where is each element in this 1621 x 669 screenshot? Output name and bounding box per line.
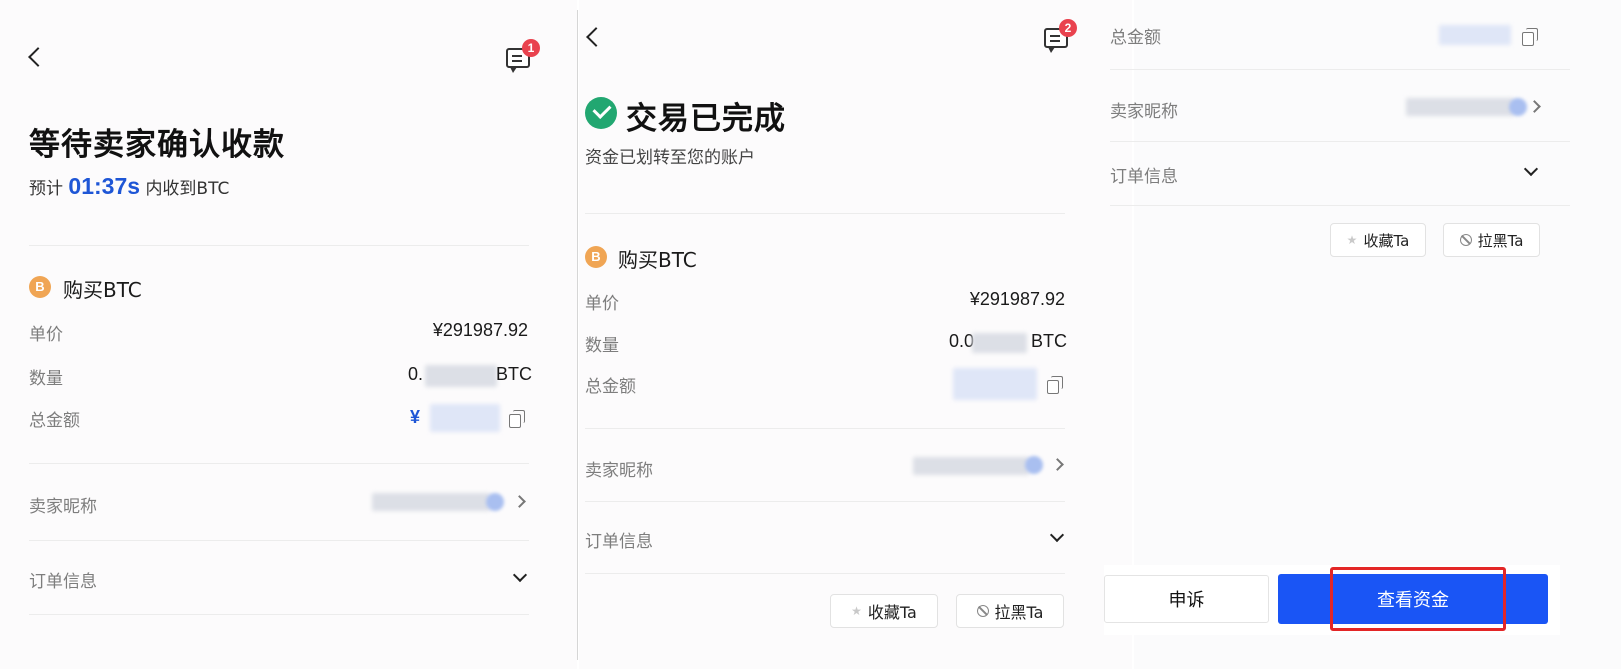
status-title: 交易已完成 <box>626 101 786 137</box>
quantity-redacted <box>972 333 1027 353</box>
copy-icon[interactable] <box>509 410 525 428</box>
ban-icon <box>976 605 989 617</box>
favorite-label: 收藏Ta <box>867 603 917 622</box>
divider <box>585 501 1065 502</box>
total-redacted <box>1439 25 1511 45</box>
total-label: 总金额 <box>29 411 80 431</box>
total-label: 总金额 <box>1110 28 1161 48</box>
section-title: 购买BTC <box>618 248 697 272</box>
message-badge: 1 <box>522 39 540 57</box>
chevron-right-icon[interactable] <box>1528 100 1541 113</box>
favorite-button[interactable]: ★ 收藏Ta <box>1330 223 1426 257</box>
quantity-unit: BTC <box>1031 331 1067 351</box>
avatar <box>1025 456 1043 474</box>
order-info-label[interactable]: 订单信息 <box>585 527 653 552</box>
avatar <box>486 493 504 511</box>
divider <box>585 428 1065 429</box>
chevron-down-icon[interactable] <box>1523 161 1539 177</box>
total-label: 总金额 <box>585 377 636 397</box>
quantity-label: 数量 <box>29 369 63 389</box>
price-value: ¥291987.92 <box>969 289 1065 309</box>
message-badge: 2 <box>1059 19 1077 37</box>
eta-timer: 01:37s <box>68 173 141 199</box>
appeal-button[interactable]: 申诉 <box>1104 575 1269 623</box>
avatar <box>1509 98 1527 116</box>
divider <box>1110 205 1570 206</box>
divider <box>1110 69 1570 70</box>
favorite-button[interactable]: ★ 收藏Ta <box>830 594 938 628</box>
block-button[interactable]: 拉黑Ta <box>956 594 1064 628</box>
seller-label: 卖家昵称 <box>29 497 97 517</box>
divider <box>29 614 529 615</box>
favorite-label: 收藏Ta <box>1363 231 1410 250</box>
chevron-right-icon[interactable] <box>513 495 526 508</box>
seller-nickname-redacted[interactable] <box>1406 98 1514 116</box>
divider <box>585 213 1065 214</box>
total-currency: ¥ <box>410 407 421 427</box>
back-arrow-icon[interactable] <box>586 27 606 47</box>
view-funds-button[interactable]: 查看资金 <box>1278 574 1548 624</box>
divider <box>29 463 529 464</box>
quantity-unit: BTC <box>496 364 532 384</box>
divider <box>29 245 529 246</box>
chevron-right-icon[interactable] <box>1051 458 1064 471</box>
section-title: 购买BTC <box>63 278 142 302</box>
seller-label: 卖家昵称 <box>1110 102 1178 122</box>
status-subtitle: 资金已划转至您的账户 <box>585 148 755 168</box>
eta-text: 预计 01:37s 内收到BTC <box>29 173 229 200</box>
eta-suffix: 内收到BTC <box>145 179 230 199</box>
panel-separator <box>577 10 578 660</box>
back-arrow-icon[interactable] <box>28 47 48 67</box>
price-label: 单价 <box>29 325 63 345</box>
page-title: 等待卖家确认收款 <box>29 127 285 163</box>
quantity-prefix: 0.0 <box>949 331 975 351</box>
divider <box>585 573 1065 574</box>
total-redacted <box>953 368 1037 400</box>
copy-icon[interactable] <box>1522 28 1538 46</box>
block-label: 拉黑Ta <box>1477 231 1524 250</box>
total-redacted <box>430 404 500 432</box>
check-circle-icon <box>585 97 617 129</box>
bitcoin-icon: B <box>585 246 607 268</box>
divider <box>29 540 529 541</box>
quantity-label: 数量 <box>585 336 619 356</box>
chevron-down-icon[interactable] <box>1049 527 1065 543</box>
quantity-redacted <box>425 365 497 387</box>
panel-trade-completed: 2 交易已完成 资金已划转至您的账户 B 购买BTC 单价 ¥291987.92… <box>579 0 1132 669</box>
star-icon: ★ <box>851 604 862 618</box>
ban-icon <box>1459 234 1472 246</box>
order-info-label[interactable]: 订单信息 <box>1110 162 1178 187</box>
block-label: 拉黑Ta <box>994 603 1044 622</box>
seller-nickname-redacted[interactable] <box>913 457 1029 475</box>
chevron-down-icon[interactable] <box>512 567 528 583</box>
seller-label: 卖家昵称 <box>585 461 653 481</box>
eta-prefix: 预计 <box>29 179 63 199</box>
divider <box>1110 141 1570 142</box>
block-button[interactable]: 拉黑Ta <box>1443 223 1540 257</box>
quantity-prefix: 0. <box>408 364 424 384</box>
order-info-label[interactable]: 订单信息 <box>29 567 97 592</box>
star-icon: ★ <box>1346 233 1358 247</box>
price-value: ¥291987.92 <box>432 320 528 340</box>
panel-waiting-confirmation: 1 等待卖家确认收款 预计 01:37s 内收到BTC B 购买BTC 单价 ¥… <box>0 0 577 669</box>
bitcoin-icon: B <box>29 276 51 298</box>
price-label: 单价 <box>585 294 619 314</box>
copy-icon[interactable] <box>1047 376 1063 394</box>
seller-nickname-redacted[interactable] <box>372 493 490 511</box>
